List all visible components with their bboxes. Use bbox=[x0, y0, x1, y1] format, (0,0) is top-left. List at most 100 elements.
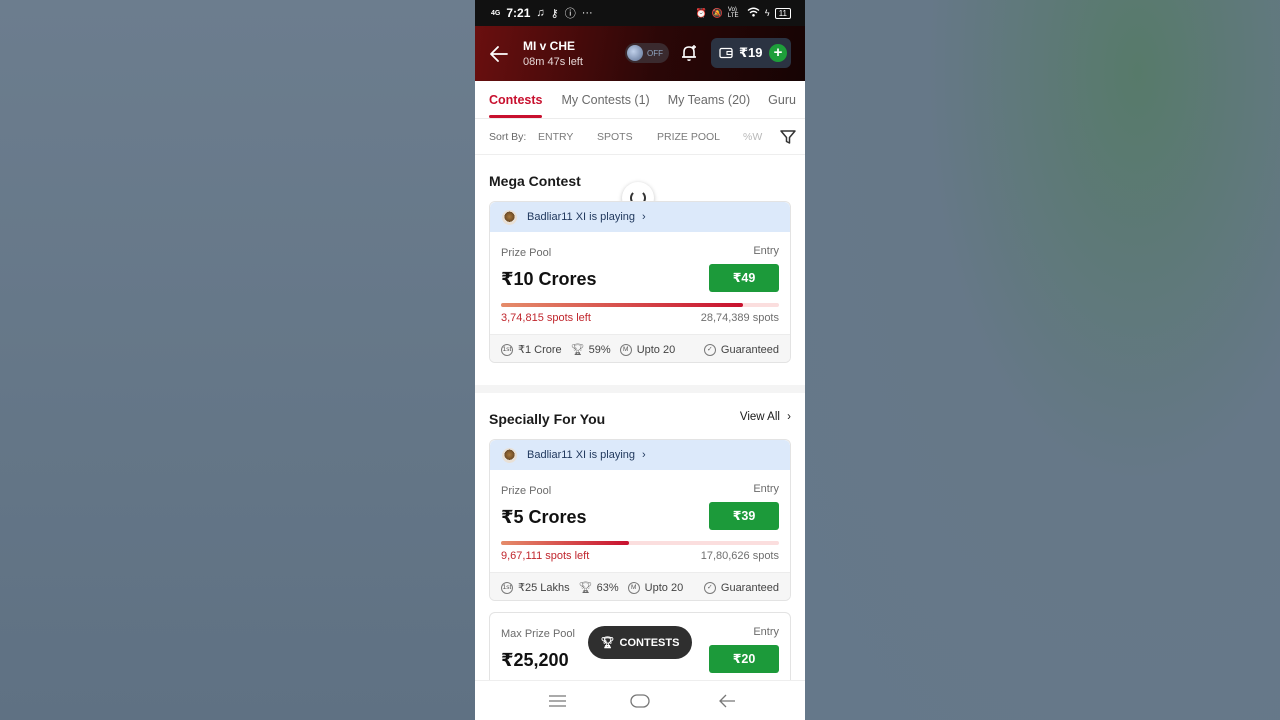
tab-my-contests[interactable]: My Contests (1) bbox=[561, 81, 649, 118]
entry-label: Entry bbox=[753, 626, 779, 638]
sort-entry[interactable]: ENTRY bbox=[538, 131, 573, 143]
charging-icon: ϟ bbox=[764, 8, 770, 18]
avatar bbox=[502, 209, 517, 225]
first-prize-icon: 1st bbox=[501, 343, 513, 356]
battery-indicator: 11 bbox=[774, 7, 791, 19]
mega-contest-card[interactable]: Badliar11 XI is playing › Prize Pool Ent… bbox=[489, 201, 791, 363]
sort-bar: Sort By: ENTRY SPOTS PRIZE POOL %W bbox=[475, 119, 805, 155]
wallet-balance: ₹19 bbox=[739, 45, 763, 60]
prize-pool-value: ₹25,200 bbox=[501, 650, 569, 670]
team-playing-text: Badliar11 XI is playing bbox=[527, 211, 636, 223]
phone-screen: 4G 7:21 ♫ ⚷ ⓘ ··· ⏰ 🔕 Vo) LTE ϟ 11 MI v … bbox=[475, 0, 805, 720]
add-cash-button[interactable]: + bbox=[769, 44, 787, 62]
mute-icon: 🔕 bbox=[711, 7, 723, 18]
first-prize: ₹1 Crore bbox=[518, 344, 562, 356]
contests-fab-label: CONTESTS bbox=[619, 636, 680, 649]
team-playing-banner[interactable]: Badliar11 XI is playing › bbox=[490, 202, 790, 232]
spots-left: 3,74,815 spots left bbox=[501, 312, 591, 324]
sort-prize-pool[interactable]: PRIZE POOL bbox=[657, 131, 720, 143]
spots-progress-bar bbox=[501, 541, 779, 545]
entry-label: Entry bbox=[753, 245, 779, 257]
alarm-icon: ⏰ bbox=[695, 7, 707, 18]
wifi-icon bbox=[747, 7, 760, 19]
chevron-right-icon: › bbox=[642, 211, 646, 223]
match-header: MI v CHE 08m 47s left OFF ₹19 + bbox=[475, 26, 805, 81]
arrow-left-icon bbox=[490, 45, 508, 62]
tab-contests[interactable]: Contests bbox=[489, 81, 543, 118]
background-left bbox=[0, 0, 475, 720]
contest-card[interactable]: Badliar11 XI is playing › Prize Pool Ent… bbox=[489, 439, 791, 601]
more-dots-icon: ··· bbox=[581, 7, 593, 19]
avatar bbox=[502, 447, 517, 463]
filter-icon[interactable] bbox=[779, 128, 797, 146]
max-entries: Upto 20 bbox=[644, 581, 684, 594]
back-nav-icon[interactable] bbox=[719, 694, 736, 708]
home-icon[interactable] bbox=[630, 694, 650, 708]
ball-icon bbox=[627, 45, 643, 61]
prize-pool-value: ₹5 Crores bbox=[501, 507, 587, 527]
network-indicator: 4G bbox=[491, 9, 501, 17]
multi-entry-icon: M bbox=[627, 581, 640, 594]
prize-pool-value: ₹10 Crores bbox=[501, 269, 597, 289]
check-circle-icon: ✓ bbox=[703, 581, 716, 594]
volte-indicator: Vo) LTE bbox=[727, 7, 739, 19]
tab-guru[interactable]: Guru bbox=[768, 81, 796, 118]
wallet-button[interactable]: ₹19 + bbox=[711, 38, 791, 68]
contests-fab[interactable]: 🏆︎ CONTESTS bbox=[588, 626, 692, 659]
score-toggle[interactable]: OFF bbox=[625, 43, 669, 63]
bell-plus-icon[interactable] bbox=[679, 43, 699, 63]
win-percent: 63% bbox=[596, 581, 619, 594]
spots-progress-fill bbox=[501, 303, 743, 307]
match-time-left: 08m 47s left bbox=[523, 56, 583, 68]
spots-left: 9,67,111 spots left bbox=[501, 550, 590, 562]
section-title-specially: Specially For You bbox=[489, 411, 606, 427]
wallet-icon bbox=[719, 47, 733, 59]
multi-entry-icon: M bbox=[619, 343, 632, 356]
check-circle-icon: ✓ bbox=[703, 343, 716, 356]
max-prize-pool-label: Max Prize Pool bbox=[501, 628, 575, 640]
key-icon: ⚷ bbox=[550, 7, 559, 20]
chevron-right-icon: › bbox=[642, 449, 646, 461]
total-spots: 17,80,626 spots bbox=[700, 550, 779, 562]
view-all-link[interactable]: View All › bbox=[740, 411, 791, 423]
prize-pool-label: Prize Pool bbox=[501, 485, 552, 497]
sort-spots[interactable]: SPOTS bbox=[597, 131, 633, 143]
spots-progress-fill bbox=[501, 541, 629, 545]
toggle-label: OFF bbox=[647, 48, 663, 58]
spots-progress-bar bbox=[501, 303, 779, 307]
status-bar: 4G 7:21 ♫ ⚷ ⓘ ··· ⏰ 🔕 Vo) LTE ϟ 11 bbox=[475, 0, 805, 26]
entry-fee-button[interactable]: ₹49 bbox=[709, 264, 779, 292]
trophy-icon: 🏆︎ bbox=[578, 582, 593, 594]
contest-list: Mega Contest Badliar11 XI is playing › P… bbox=[475, 155, 805, 680]
info-icon: ⓘ bbox=[564, 8, 576, 20]
entry-label: Entry bbox=[753, 483, 779, 495]
status-time: 7:21 bbox=[506, 6, 531, 20]
guaranteed-label: Guaranteed bbox=[720, 581, 779, 594]
entry-fee-button[interactable]: ₹20 bbox=[709, 645, 779, 673]
contest-info-footer: 1st ₹1 Crore 🏆︎ 59% M Upto 20 ✓ Guaranteed bbox=[490, 334, 790, 362]
mega-contest-section: Mega Contest Badliar11 XI is playing › P… bbox=[475, 155, 805, 385]
chevron-right-icon: › bbox=[787, 411, 791, 423]
guaranteed-label: Guaranteed bbox=[720, 343, 779, 356]
match-info: MI v CHE 08m 47s left bbox=[523, 39, 583, 68]
match-title: MI v CHE bbox=[523, 39, 576, 53]
team-playing-text: Badliar11 XI is playing bbox=[527, 449, 636, 461]
music-icon: ♫ bbox=[536, 7, 545, 19]
background-right bbox=[805, 0, 1280, 720]
win-percent: 59% bbox=[588, 343, 611, 356]
team-playing-banner[interactable]: Badliar11 XI is playing › bbox=[490, 440, 790, 470]
menu-icon[interactable] bbox=[549, 695, 566, 707]
max-entries: Upto 20 bbox=[636, 343, 676, 356]
trophy-icon: 🏆︎ bbox=[570, 344, 585, 356]
first-prize-icon: 1st bbox=[501, 581, 513, 594]
system-nav-bar bbox=[475, 680, 805, 720]
section-title-mega: Mega Contest bbox=[489, 173, 581, 189]
sort-label: Sort By: bbox=[489, 130, 527, 143]
back-button[interactable] bbox=[475, 26, 523, 81]
contest-info-footer: 1st ₹25 Lakhs 🏆︎ 63% M Upto 20 ✓ Guaranteed bbox=[490, 572, 790, 600]
entry-fee-button[interactable]: ₹39 bbox=[709, 502, 779, 530]
tab-my-teams[interactable]: My Teams (20) bbox=[668, 81, 750, 118]
sort-win-percent[interactable]: %W bbox=[743, 131, 762, 143]
prize-pool-label: Prize Pool bbox=[501, 247, 552, 259]
contest-tabs: Contests My Contests (1) My Teams (20) G… bbox=[475, 81, 805, 119]
